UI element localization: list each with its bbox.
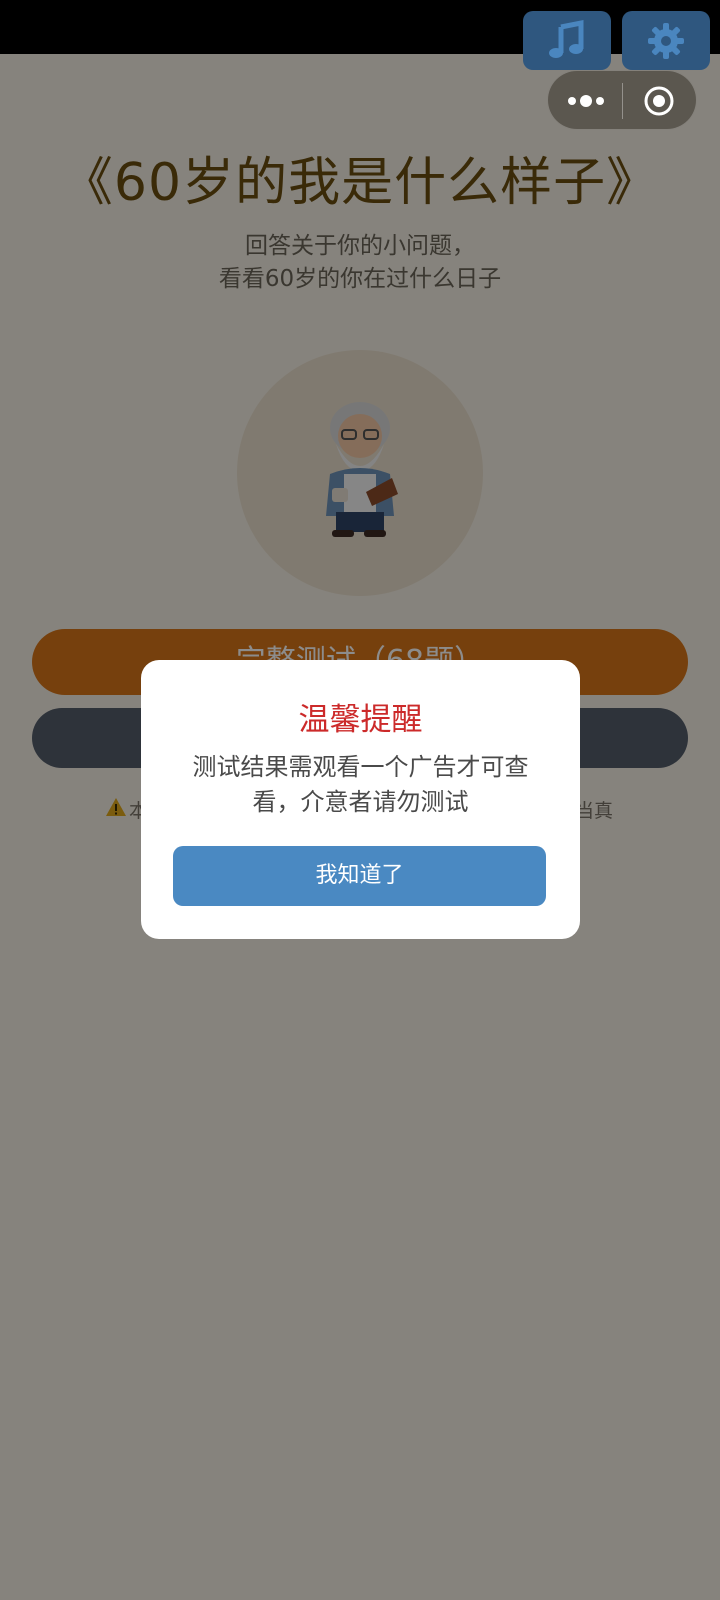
gear-icon (648, 22, 684, 59)
dialog-message: 测试结果需观看一个广告才可查看，介意者请勿测试 (192, 753, 529, 816)
music-note-icon (549, 19, 584, 58)
mini-program-capsule (547, 70, 697, 130)
more-dots-icon[interactable] (566, 88, 606, 118)
capsule-divider (622, 83, 623, 119)
music-toggle-button[interactable] (523, 11, 611, 70)
status-bar (0, 0, 720, 54)
dialog-title: 温馨提醒 (298, 702, 423, 738)
settings-button[interactable] (622, 11, 710, 70)
reminder-dialog: 温馨提醒 测试结果需观看一个广告才可查看，介意者请勿测试 我知道了 (141, 660, 580, 939)
confirm-button[interactable]: 我知道了 (173, 846, 546, 906)
target-icon[interactable] (643, 85, 675, 121)
